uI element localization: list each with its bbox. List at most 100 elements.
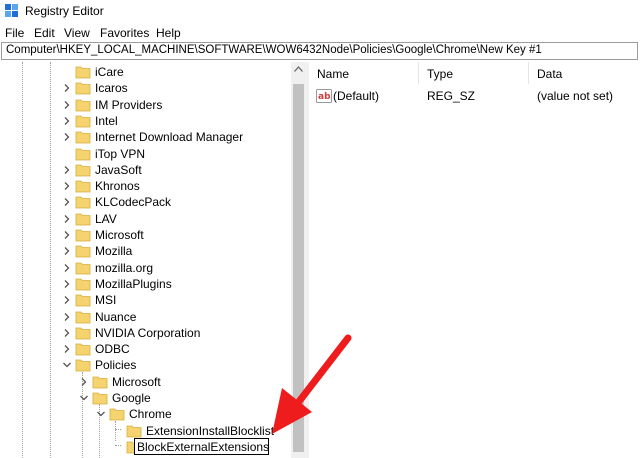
menu-bar: File Edit View Favorites Help xyxy=(0,24,640,42)
menu-help[interactable]: Help xyxy=(156,26,181,40)
folder-icon xyxy=(75,277,91,291)
tree-item-label: Google xyxy=(112,391,151,405)
tree-item[interactable]: Nuance xyxy=(0,309,294,325)
tree-item-label: Intel xyxy=(95,113,118,128)
tree-item-label: Microsoft xyxy=(112,374,161,389)
value-name: (Default) xyxy=(333,89,380,103)
folder-icon xyxy=(92,391,108,405)
tree-item[interactable]: Icaros xyxy=(0,80,294,96)
chevron-right-icon[interactable] xyxy=(62,214,72,224)
chevron-right-icon[interactable] xyxy=(62,312,72,322)
value-type: REG_SZ xyxy=(427,89,476,103)
tree-item-label: KLCodecPack xyxy=(95,195,172,210)
folder-icon xyxy=(75,163,91,177)
tree-item-label: iTop VPN xyxy=(95,146,146,161)
value-row[interactable]: ab (Default) REG_SZ (value not set) xyxy=(309,87,640,105)
rename-key-input[interactable]: BlockExternalExtensions xyxy=(134,438,269,455)
scroll-up-arrow-icon[interactable] xyxy=(294,66,303,72)
tree-item[interactable]: Khronos xyxy=(0,178,294,194)
chevron-right-icon[interactable] xyxy=(62,116,72,126)
tree-item[interactable]: Microsoft xyxy=(0,227,294,243)
chevron-right-icon[interactable] xyxy=(62,83,72,93)
tree-item[interactable]: IM Providers xyxy=(0,97,294,113)
folder-icon xyxy=(75,195,91,209)
tree-item-label: ExtensionInstallBlocklist xyxy=(146,423,275,438)
folder-icon xyxy=(92,375,108,389)
chevron-right-icon[interactable] xyxy=(62,344,72,354)
tree-item[interactable]: Internet Download Manager xyxy=(0,129,294,145)
chevron-right-icon[interactable] xyxy=(62,328,72,338)
tree-item-label: MozillaPlugins xyxy=(95,276,172,291)
folder-icon xyxy=(75,293,91,307)
tree-item[interactable]: Intel xyxy=(0,113,294,129)
tree-item[interactable]: iCare xyxy=(0,64,294,80)
tree-item[interactable]: mozilla.org xyxy=(0,260,294,276)
chevron-right-icon[interactable] xyxy=(62,263,72,273)
tree-item-label: Mozilla xyxy=(95,244,133,259)
tree-item[interactable]: LAV xyxy=(0,211,294,227)
tree-item-label: JavaSoft xyxy=(95,162,142,177)
tree-item[interactable]: Chrome xyxy=(0,406,294,422)
chevron-down-icon[interactable] xyxy=(62,360,72,370)
title-bar: Registry Editor xyxy=(0,0,640,22)
value-data: (value not set) xyxy=(537,89,614,103)
menu-edit[interactable]: Edit xyxy=(34,26,55,40)
chevron-right-icon[interactable] xyxy=(62,246,72,256)
tree-item-label: NVIDIA Corporation xyxy=(95,325,201,340)
tree-item[interactable]: MSI xyxy=(0,292,294,308)
chevron-right-icon[interactable] xyxy=(62,197,72,207)
folder-icon xyxy=(75,98,91,112)
tree-item-label: Icaros xyxy=(95,81,128,96)
tree-item-label: Policies xyxy=(95,358,137,373)
column-header-type[interactable]: Type xyxy=(419,62,529,84)
chevron-right-icon[interactable] xyxy=(79,377,89,387)
folder-icon xyxy=(75,81,91,95)
folder-icon xyxy=(75,212,91,226)
folder-icon xyxy=(75,342,91,356)
chevron-right-icon[interactable] xyxy=(62,181,72,191)
tree-item-label: iCare xyxy=(95,65,124,79)
tree-item[interactable]: NVIDIA Corporation xyxy=(0,325,294,341)
tree-item-label: Khronos xyxy=(95,179,140,194)
tree-item[interactable]: Policies xyxy=(0,357,294,373)
tree-item-label: Chrome xyxy=(129,407,172,422)
chevron-down-icon[interactable] xyxy=(96,409,106,419)
folder-icon xyxy=(75,65,91,79)
chevron-right-icon[interactable] xyxy=(62,295,72,305)
folder-icon xyxy=(75,326,91,340)
tree-item[interactable]: Mozilla xyxy=(0,243,294,259)
folder-icon xyxy=(75,179,91,193)
tree-item-label: Internet Download Manager xyxy=(95,130,244,145)
tree-item[interactable]: ExtensionInstallBlocklist xyxy=(0,423,294,439)
folder-icon xyxy=(75,114,91,128)
tree-item[interactable]: JavaSoft xyxy=(0,162,294,178)
tree-item[interactable]: Microsoft xyxy=(0,374,294,390)
menu-file[interactable]: File xyxy=(5,26,24,40)
tree-item[interactable]: iTop VPN xyxy=(0,146,294,162)
folder-icon xyxy=(75,147,91,161)
chevron-right-icon[interactable] xyxy=(62,100,72,110)
tree-item-label: ODBC xyxy=(95,342,130,357)
chevron-down-icon[interactable] xyxy=(79,393,89,403)
column-header-data[interactable]: Data xyxy=(529,62,640,84)
folder-icon xyxy=(75,244,91,258)
address-bar[interactable]: Computer\HKEY_LOCAL_MACHINE\SOFTWARE\WOW… xyxy=(1,42,638,60)
folder-icon xyxy=(75,261,91,275)
tree-item[interactable]: MozillaPlugins xyxy=(0,276,294,292)
menu-view[interactable]: View xyxy=(64,26,90,40)
registry-editor-icon xyxy=(5,4,18,17)
tree-item[interactable]: KLCodecPack xyxy=(0,194,294,210)
tree-item[interactable]: ODBC xyxy=(0,341,294,357)
address-path: Computer\HKEY_LOCAL_MACHINE\SOFTWARE\WOW… xyxy=(6,44,542,56)
string-value-icon: ab xyxy=(316,89,332,103)
tree-item[interactable]: Google xyxy=(0,390,294,406)
chevron-right-icon[interactable] xyxy=(62,279,72,289)
chevron-right-icon[interactable] xyxy=(62,132,72,142)
window-title: Registry Editor xyxy=(25,4,104,18)
chevron-right-icon[interactable] xyxy=(62,230,72,240)
menu-favorites[interactable]: Favorites xyxy=(100,26,149,40)
chevron-right-icon[interactable] xyxy=(62,165,72,175)
folder-icon xyxy=(75,310,91,324)
annotation-arrow-icon xyxy=(272,334,352,434)
column-header-name[interactable]: Name xyxy=(309,62,419,84)
